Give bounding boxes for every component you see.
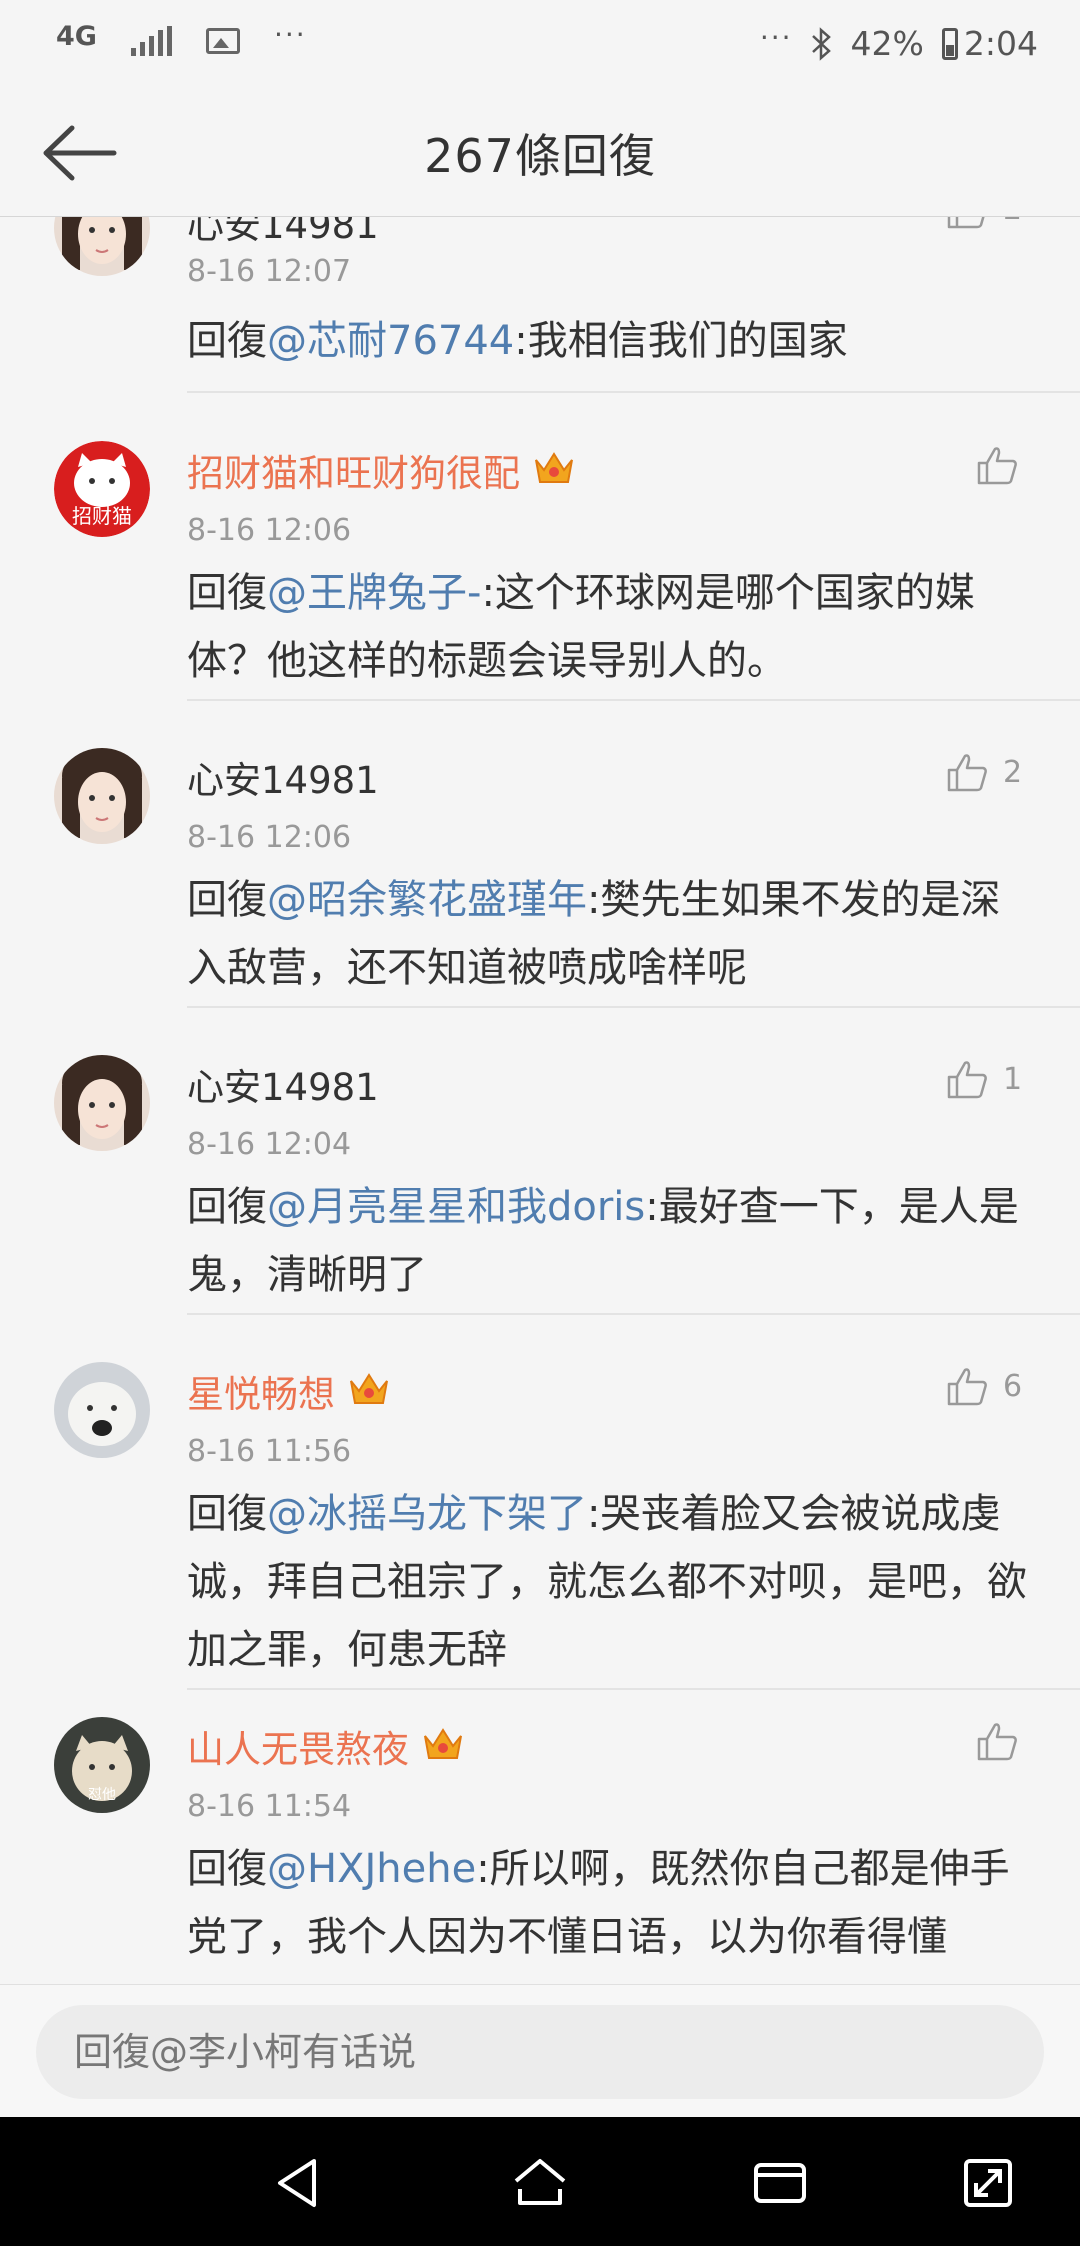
like-button[interactable]: 2 [945, 217, 1022, 231]
thumbs-up-icon [947, 1368, 987, 1406]
nav-expand-button[interactable] [958, 2153, 1018, 2213]
battery-percentage: 42% [850, 24, 924, 63]
vip-crown-icon [532, 448, 576, 497]
comment-time: 8-16 12:06 [187, 820, 352, 855]
like-button[interactable]: 1 [945, 1057, 1022, 1101]
mention-link[interactable]: @芯耐76744 [267, 318, 514, 364]
comment-username[interactable]: 招财猫和旺财狗很配 [187, 443, 576, 500]
battery-icon [941, 27, 958, 60]
thumbs-up-icon [947, 754, 987, 792]
comment-text[interactable]: 回復@王牌兔子-:这个环球网是哪个国家的媒体？他这样的标题会误导别人的。 [187, 559, 1027, 695]
clock: 2:04 [963, 24, 1038, 63]
username-text: 星悦畅想 [187, 1373, 335, 1416]
more-notifications-icon: ··· [273, 18, 307, 51]
comment-text[interactable]: 回復@月亮星星和我doris:最好查一下，是人是鬼，清晰明了 [187, 1173, 1027, 1309]
reply-list[interactable]: 心安14981 2 8-16 12:07 回復@芯耐76744:我相信我们的国家… [0, 217, 1080, 1984]
signal-strength-icon [130, 25, 172, 56]
expand-icon [964, 2159, 1012, 2207]
nav-back-button[interactable] [270, 2153, 330, 2213]
reply-bar: 回復@李小柯有话说 [0, 1984, 1080, 2117]
reply-prefix: 回復 [187, 1846, 267, 1892]
comment-username[interactable]: 山人无畏熬夜 [187, 1719, 465, 1776]
mention-link[interactable]: @冰摇乌龙下架了 [267, 1491, 587, 1537]
comment-body: :我相信我们的国家 [514, 318, 848, 364]
mention-link[interactable]: @昭余繁花盛瑾年 [267, 877, 587, 923]
mention-link[interactable]: @王牌兔子- [267, 570, 481, 616]
comment-username[interactable]: 心安14981 [187, 1057, 379, 1111]
thumbs-up-icon [977, 447, 1017, 485]
reply-prefix: 回復 [187, 570, 267, 616]
divider [187, 1313, 1080, 1315]
network-type-indicator: 4G [56, 20, 97, 52]
reply-prefix: 回復 [187, 318, 267, 364]
like-count: 2 [1003, 754, 1023, 790]
username-text: 招财猫和旺财狗很配 [187, 452, 520, 495]
comment-text[interactable]: 回復@芯耐76744:我相信我们的国家 [187, 307, 1027, 375]
comment-text[interactable]: 回復@HXJhehe:所以啊，既然你自己都是伸手党了，我个人因为不懂日语，以为你… [187, 1835, 1027, 1971]
like-count: 6 [1003, 1368, 1023, 1404]
comment-username[interactable]: 心安14981 [187, 217, 379, 249]
like-button[interactable] [975, 443, 1033, 487]
comment-username[interactable]: 心安14981 [187, 750, 379, 804]
vip-crown-icon [421, 1724, 465, 1773]
thumbs-up-icon [977, 1723, 1017, 1761]
reply-prefix: 回復 [187, 1491, 267, 1537]
comment-text[interactable]: 回復@冰摇乌龙下架了:哭丧着脸又会被说成虔诚，拜自己祖宗了，就怎么都不对呗，是吧… [187, 1480, 1027, 1684]
comment-time: 8-16 11:56 [187, 1434, 352, 1469]
bluetooth-icon [811, 26, 831, 61]
thumbs-up-icon [947, 1061, 987, 1099]
comment-username[interactable]: 星悦畅想 [187, 1364, 391, 1421]
reply-input[interactable]: 回復@李小柯有话说 [36, 2005, 1044, 2099]
top-app-bar: 267條回復 [0, 90, 1080, 217]
reply-prefix: 回復 [187, 877, 267, 923]
page-title: 267條回復 [424, 129, 656, 183]
like-button[interactable] [975, 1719, 1033, 1763]
like-count: 2 [1003, 217, 1022, 227]
avatar[interactable]: 怼他 [54, 1717, 150, 1813]
vip-crown-icon [347, 1369, 391, 1418]
thumbs-up-icon [947, 217, 985, 229]
avatar[interactable] [54, 1055, 150, 1151]
like-button[interactable]: 2 [945, 750, 1022, 794]
comment-time: 8-16 11:54 [187, 1789, 352, 1824]
username-text: 山人无畏熬夜 [187, 1728, 409, 1771]
avatar-text: 怼他 [88, 1787, 116, 1803]
divider [187, 699, 1080, 701]
like-count: 1 [1003, 1061, 1023, 1097]
comment-time: 8-16 12:06 [187, 513, 352, 548]
avatar[interactable] [54, 748, 150, 844]
system-navigation-bar [0, 2117, 1080, 2246]
triangle-back-icon [278, 2159, 316, 2207]
comment-time: 8-16 12:04 [187, 1127, 352, 1162]
status-bar: 4G ··· ··· 42% 2:04 [0, 0, 1080, 90]
avatar[interactable] [54, 217, 150, 276]
nav-recents-button[interactable] [750, 2153, 810, 2213]
like-button[interactable]: 6 [945, 1364, 1022, 1408]
nav-home-button[interactable] [510, 2153, 570, 2213]
more-status-icon: ··· [759, 21, 793, 54]
image-notification-icon [205, 27, 240, 54]
home-icon [514, 2159, 566, 2205]
avatar[interactable]: 招财猫 [54, 441, 150, 537]
mention-link[interactable]: @月亮星星和我doris [267, 1184, 645, 1230]
comment-time: 8-16 12:07 [187, 254, 352, 289]
divider [187, 1006, 1080, 1008]
mention-link[interactable]: @HXJhehe [267, 1846, 476, 1892]
avatar-text: 招财猫 [72, 504, 132, 528]
reply-prefix: 回復 [187, 1184, 267, 1230]
divider [187, 391, 1080, 393]
divider [187, 1688, 1080, 1690]
avatar[interactable] [54, 1362, 150, 1458]
recents-icon [754, 2163, 806, 2203]
comment-text[interactable]: 回復@昭余繁花盛瑾年:樊先生如果不发的是深入敌营，还不知道被喷成啥样呢 [187, 866, 1027, 1002]
